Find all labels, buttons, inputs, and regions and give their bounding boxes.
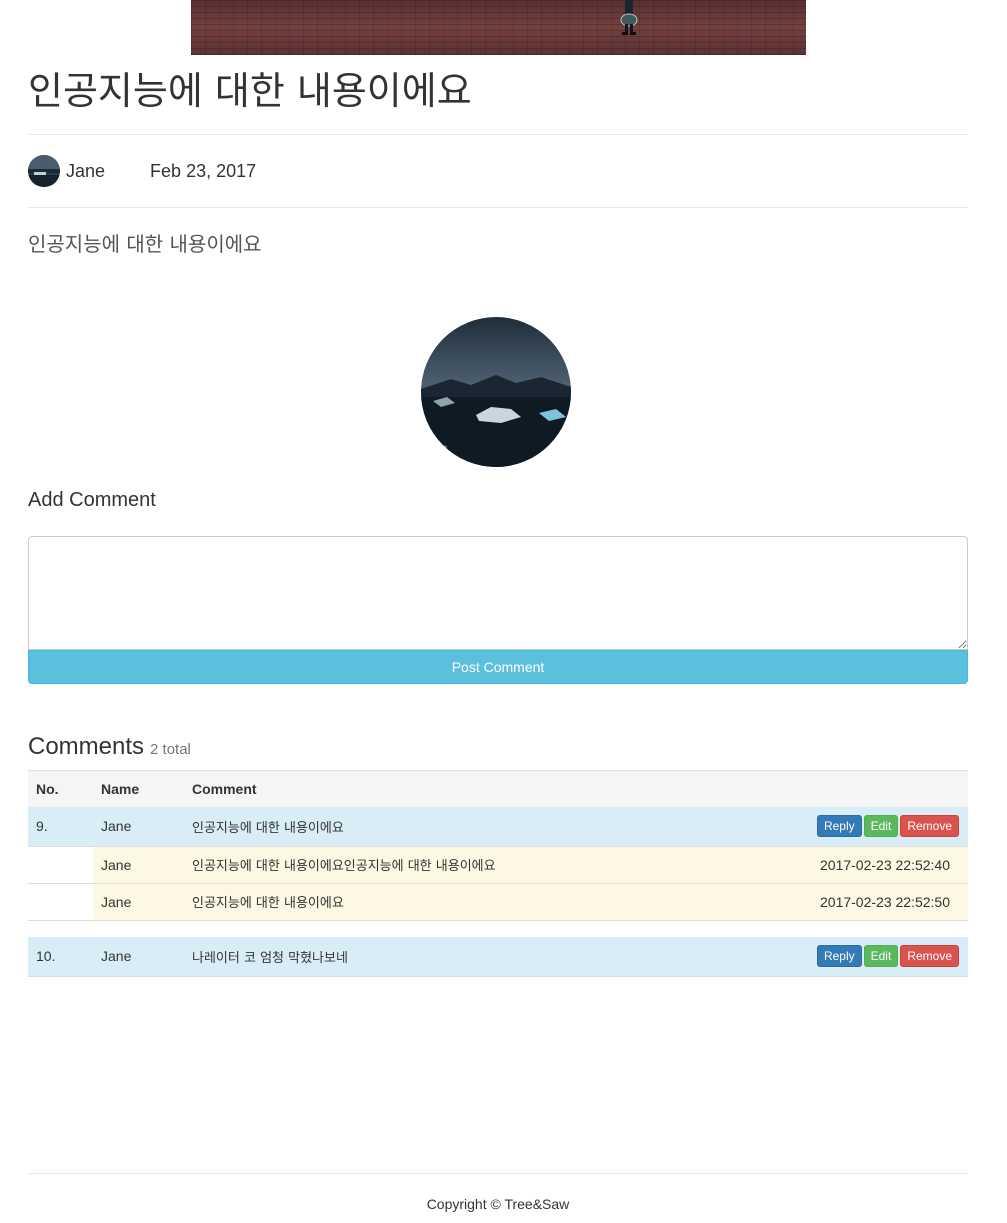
author-avatar <box>28 155 60 187</box>
post-comment-button[interactable]: Post Comment <box>28 650 968 684</box>
post-body: 인공지능에 대한 내용이에요 <box>28 232 262 256</box>
comment-number: 10. <box>36 948 56 965</box>
post-date: Feb 23, 2017 <box>150 160 257 181</box>
column-header-comment: Comment <box>192 781 257 797</box>
divider <box>28 207 968 208</box>
reply-text: 인공지능에 대한 내용이에요인공지능에 대한 내용이에요 <box>184 846 804 883</box>
reply-row: Jane 인공지능에 대한 내용이에요인공지능에 대한 내용이에요 2017-0… <box>28 846 968 883</box>
column-header-name: Name <box>101 781 140 797</box>
comments-title: Comments <box>28 733 145 760</box>
comment-actions: Reply Edit Remove <box>804 937 968 976</box>
table-row: 9. Jane 인공지능에 대한 내용이에요 Reply Edit Remove <box>28 807 968 846</box>
table-row: 10. Jane 나레이터 코 엄청 막혔나보네 Reply Edit Remove <box>28 937 968 976</box>
comments-heading: Comments 2 total <box>28 733 968 761</box>
edit-button[interactable]: Edit <box>863 945 899 968</box>
person-figure <box>620 0 638 35</box>
footer-copyright: Copyright © Tree&Saw <box>426 1196 570 1212</box>
comment-text: 인공지능에 대한 내용이에요 <box>192 820 344 836</box>
column-header-actions <box>804 771 968 808</box>
comment-actions: Reply Edit Remove <box>804 807 968 846</box>
comment-number: 9. <box>36 818 48 835</box>
reply-button[interactable]: Reply <box>816 945 862 968</box>
remove-button[interactable]: Remove <box>900 945 959 968</box>
reply-text: 인공지능에 대한 내용이에요 <box>184 883 804 920</box>
header-banner-image <box>191 0 806 55</box>
comment-thread: 10. Jane 나레이터 코 엄청 막혔나보네 Reply Edit Remove <box>28 937 968 977</box>
divider <box>28 134 968 135</box>
footer-divider <box>28 1173 968 1174</box>
comment-author: Jane <box>101 818 132 835</box>
comment-textarea[interactable] <box>28 536 968 650</box>
post-meta: Jane Feb 23, 2017 <box>28 154 968 188</box>
remove-button[interactable]: Remove <box>900 815 959 838</box>
comments-table-header: No. Name Comment <box>28 770 968 808</box>
edit-button[interactable]: Edit <box>863 815 899 838</box>
comment-thread: 9. Jane 인공지능에 대한 내용이에요 Reply Edit Remove J… <box>28 807 968 921</box>
reply-author: Jane <box>93 883 184 920</box>
author-name[interactable]: Jane <box>66 161 105 182</box>
reply-row: Jane 인공지능에 대한 내용이에요 2017-02-23 22:52:50 <box>28 883 968 920</box>
reply-author: Jane <box>93 846 184 883</box>
add-comment-heading: Add Comment <box>28 489 156 511</box>
reply-timestamp: 2017-02-23 22:52:40 <box>804 846 968 883</box>
post-title: 인공지능에 대한 내용이에요 <box>28 69 472 113</box>
reply-button[interactable]: Reply <box>816 815 862 838</box>
column-header-no: No. <box>36 781 59 797</box>
comments-total: 2 total <box>150 741 191 758</box>
comment-author: Jane <box>101 948 132 965</box>
reply-timestamp: 2017-02-23 22:52:50 <box>804 883 968 920</box>
post-image <box>421 317 571 467</box>
comment-text: 나레이터 코 엄청 막혔나보네 <box>192 950 348 966</box>
